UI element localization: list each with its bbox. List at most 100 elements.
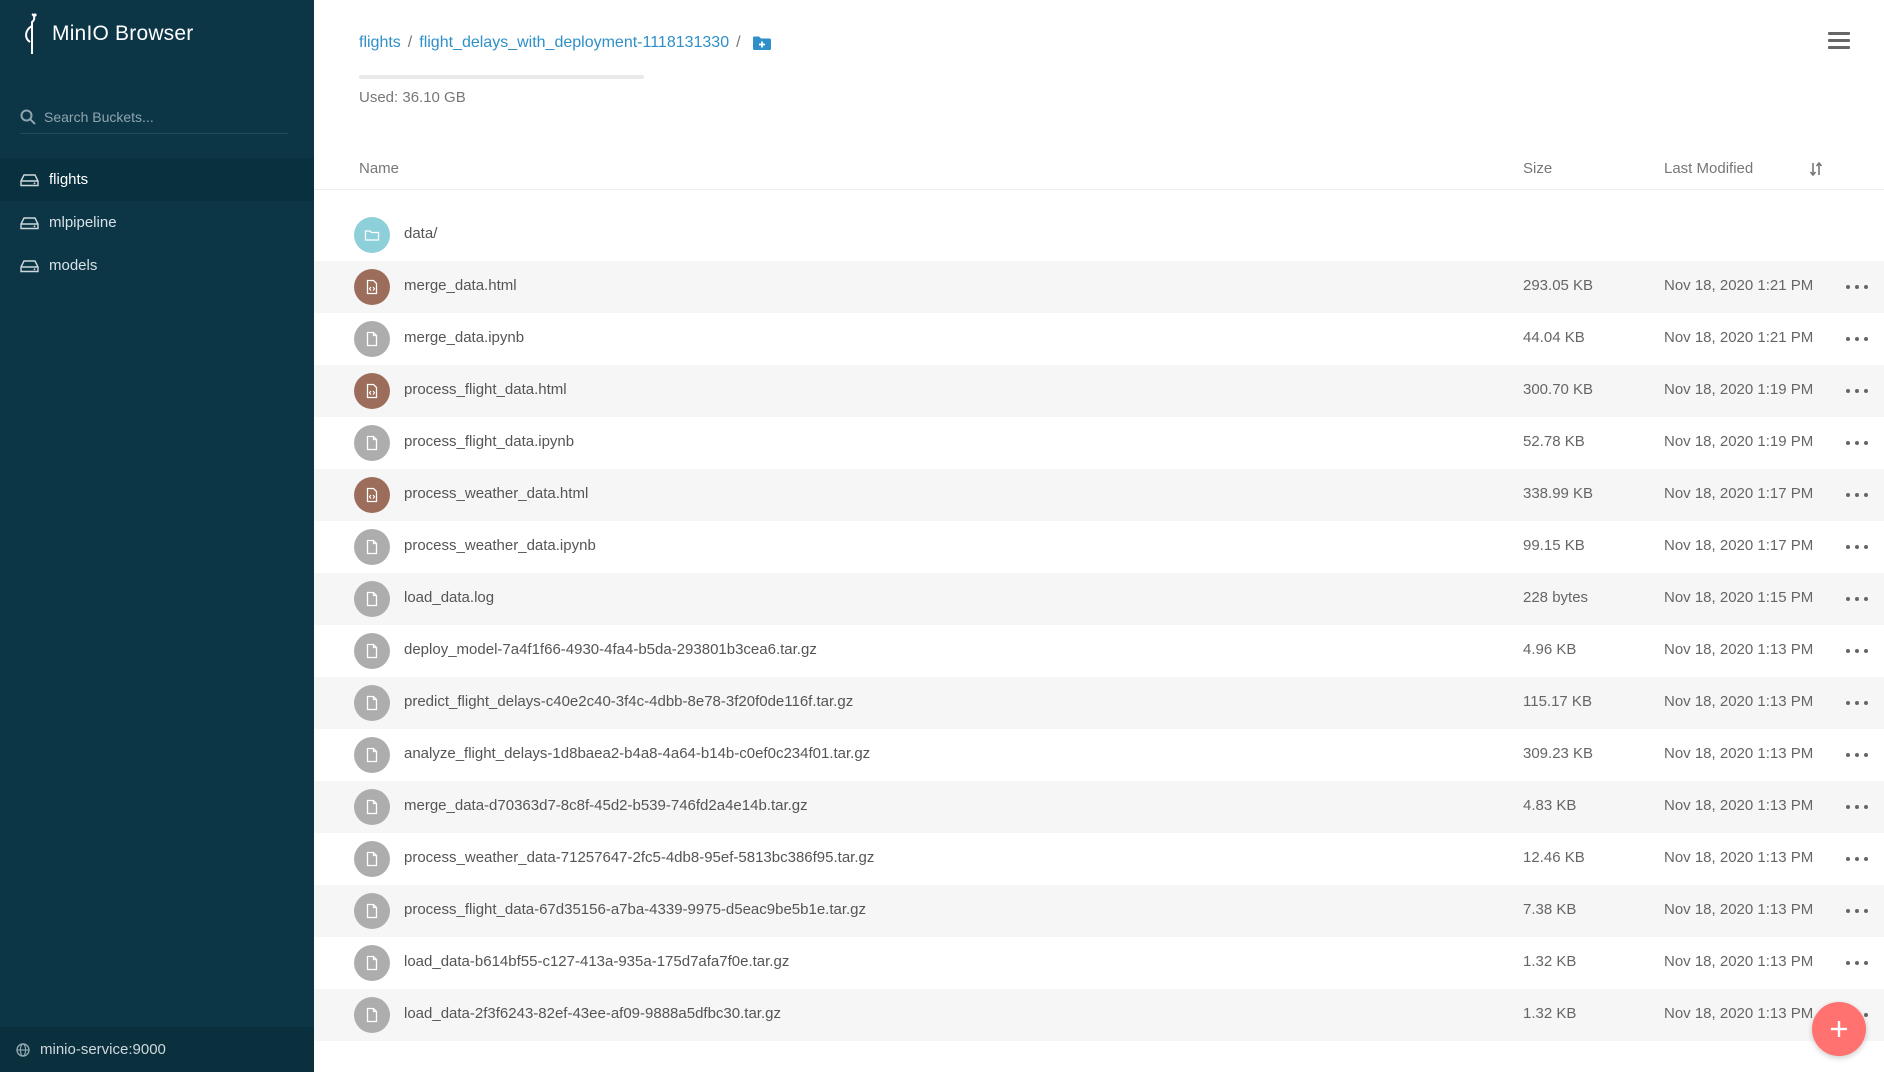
more-actions-icon[interactable] — [1846, 591, 1868, 607]
object-name[interactable]: load_data-b614bf55-c127-413a-935a-175d7a… — [404, 953, 789, 970]
column-size[interactable]: Size — [1523, 160, 1552, 177]
file-row[interactable]: load_data.log 228 bytes Nov 18, 2020 1:15 … — [314, 573, 1884, 625]
search-icon — [20, 109, 36, 125]
object-name[interactable]: merge_data.ipynb — [404, 329, 524, 346]
file-row[interactable]: analyze_flight_delays-1d8baea2-b4a8-4a64… — [314, 729, 1884, 781]
object-size: 7.38 KB — [1523, 901, 1577, 918]
object-last-modified: Nov 18, 2020 1:21 PM — [1664, 329, 1814, 346]
object-name[interactable]: deploy_model-7a4f1f66-4930-4fa4-b5da-293… — [404, 641, 817, 658]
folder-plus-icon[interactable] — [752, 35, 772, 51]
bucket-item-models[interactable]: models — [0, 244, 314, 287]
file-row[interactable]: process_weather_data.ipynb 99.15 KB Nov 18… — [314, 521, 1884, 573]
file-row[interactable]: predict_flight_delays-c40e2c40-3f4c-4dbb… — [314, 677, 1884, 729]
file-row[interactable]: process_flight_data.html 300.70 KB Nov 18,… — [314, 365, 1884, 417]
brand: MinIO Browser — [20, 12, 193, 56]
file-icon — [366, 591, 378, 607]
file-icon — [366, 903, 378, 919]
minio-bird-logo-icon — [25, 13, 37, 54]
code-file-icon — [366, 383, 378, 399]
object-name[interactable]: load_data-2f3f6243-82ef-43ee-af09-9888a5… — [404, 1005, 781, 1022]
file-type-icon — [354, 997, 390, 1033]
more-actions-icon[interactable] — [1846, 539, 1868, 555]
html-type-icon — [354, 269, 390, 305]
more-actions-icon[interactable] — [1846, 279, 1868, 295]
file-icon — [366, 435, 378, 451]
object-name[interactable]: process_weather_data.ipynb — [404, 537, 596, 554]
sort-icon[interactable] — [1809, 161, 1823, 177]
object-last-modified: Nov 18, 2020 1:15 PM — [1664, 589, 1814, 606]
search-buckets-input[interactable] — [44, 108, 274, 125]
breadcrumb-bucket[interactable]: flights — [359, 34, 401, 52]
object-size: 1.32 KB — [1523, 953, 1577, 970]
object-last-modified: Nov 18, 2020 1:17 PM — [1664, 485, 1814, 502]
object-name[interactable]: predict_flight_delays-c40e2c40-3f4c-4dbb… — [404, 693, 853, 710]
file-row[interactable]: process_flight_data.ipynb 52.78 KB Nov 18,… — [314, 417, 1884, 469]
object-size: 4.83 KB — [1523, 797, 1577, 814]
file-type-icon — [354, 425, 390, 461]
file-type-icon — [354, 529, 390, 565]
html-type-icon — [354, 373, 390, 409]
more-actions-icon[interactable] — [1846, 383, 1868, 399]
more-actions-icon[interactable] — [1846, 331, 1868, 347]
file-row[interactable]: process_weather_data.html 338.99 KB Nov 18… — [314, 469, 1884, 521]
file-row[interactable]: process_weather_data-71257647-2fc5-4db8-… — [314, 833, 1884, 885]
hamburger-menu-icon[interactable] — [1828, 32, 1850, 50]
object-name[interactable]: analyze_flight_delays-1d8baea2-b4a8-4a64… — [404, 745, 870, 762]
server-host: minio-service:9000 — [0, 1027, 314, 1072]
object-last-modified: Nov 18, 2020 1:19 PM — [1664, 433, 1814, 450]
object-name[interactable]: process_flight_data.ipynb — [404, 433, 574, 450]
file-type-icon — [354, 685, 390, 721]
breadcrumb-separator: / — [407, 34, 413, 51]
file-icon — [366, 695, 378, 711]
object-name[interactable]: merge_data.html — [404, 277, 517, 294]
more-actions-icon[interactable] — [1846, 695, 1868, 711]
file-type-icon — [354, 841, 390, 877]
object-last-modified: Nov 18, 2020 1:17 PM — [1664, 537, 1814, 554]
object-name[interactable]: process_weather_data.html — [404, 485, 588, 502]
file-row[interactable]: merge_data.ipynb 44.04 KB Nov 18, 2020 1:2… — [314, 313, 1884, 365]
code-file-icon — [366, 279, 378, 295]
file-type-icon — [354, 945, 390, 981]
bucket-item-mlpipeline[interactable]: mlpipeline — [0, 201, 314, 244]
object-last-modified: Nov 18, 2020 1:13 PM — [1664, 849, 1814, 866]
file-row[interactable]: deploy_model-7a4f1f66-4930-4fa4-b5da-293… — [314, 625, 1884, 677]
file-row[interactable]: load_data-b614bf55-c127-413a-935a-175d7a… — [314, 937, 1884, 989]
more-actions-icon[interactable] — [1846, 747, 1868, 763]
sidebar: MinIO Browser flights mlpipeline models mi… — [0, 0, 314, 1072]
breadcrumb-folder[interactable]: flight_delays_with_deployment-1118131330 — [419, 34, 729, 52]
object-last-modified: Nov 18, 2020 1:13 PM — [1664, 797, 1814, 814]
object-name[interactable]: load_data.log — [404, 589, 494, 606]
file-row[interactable]: merge_data.html 293.05 KB Nov 18, 2020 1:2… — [314, 261, 1884, 313]
bucket-item-flights[interactable]: flights — [0, 158, 314, 201]
add-button[interactable] — [1812, 1002, 1866, 1056]
object-size: 1.32 KB — [1523, 1005, 1577, 1022]
more-actions-icon[interactable] — [1846, 487, 1868, 503]
file-row[interactable]: merge_data-d70363d7-8c8f-45d2-b539-746fd… — [314, 781, 1884, 833]
object-name[interactable]: process_weather_data-71257647-2fc5-4db8-… — [404, 849, 874, 866]
more-actions-icon[interactable] — [1846, 851, 1868, 867]
object-last-modified: Nov 18, 2020 1:13 PM — [1664, 953, 1814, 970]
folder-row[interactable]: data/ — [314, 209, 1884, 261]
storage-usage-bar — [359, 75, 644, 79]
object-name[interactable]: merge_data-d70363d7-8c8f-45d2-b539-746fd… — [404, 797, 808, 814]
column-last-modified[interactable]: Last Modified — [1664, 160, 1753, 177]
more-actions-icon[interactable] — [1846, 955, 1868, 971]
more-actions-icon[interactable] — [1846, 903, 1868, 919]
more-actions-icon[interactable] — [1846, 799, 1868, 815]
file-type-icon — [354, 633, 390, 669]
file-row[interactable]: process_flight_data-67d35156-a7ba-4339-9… — [314, 885, 1884, 937]
file-type-icon — [354, 581, 390, 617]
file-icon — [366, 851, 378, 867]
file-icon — [366, 643, 378, 659]
hard-drive-icon — [20, 216, 39, 229]
more-actions-icon[interactable] — [1846, 643, 1868, 659]
file-row[interactable]: load_data-2f3f6243-82ef-43ee-af09-9888a5… — [314, 989, 1884, 1041]
file-type-icon — [354, 321, 390, 357]
more-actions-icon[interactable] — [1846, 435, 1868, 451]
object-name[interactable]: process_flight_data.html — [404, 381, 567, 398]
column-name[interactable]: Name — [359, 160, 399, 177]
bucket-list: flights mlpipeline models — [0, 158, 314, 287]
object-name[interactable]: data/ — [404, 225, 437, 242]
object-size: 99.15 KB — [1523, 537, 1585, 554]
object-name[interactable]: process_flight_data-67d35156-a7ba-4339-9… — [404, 901, 866, 918]
